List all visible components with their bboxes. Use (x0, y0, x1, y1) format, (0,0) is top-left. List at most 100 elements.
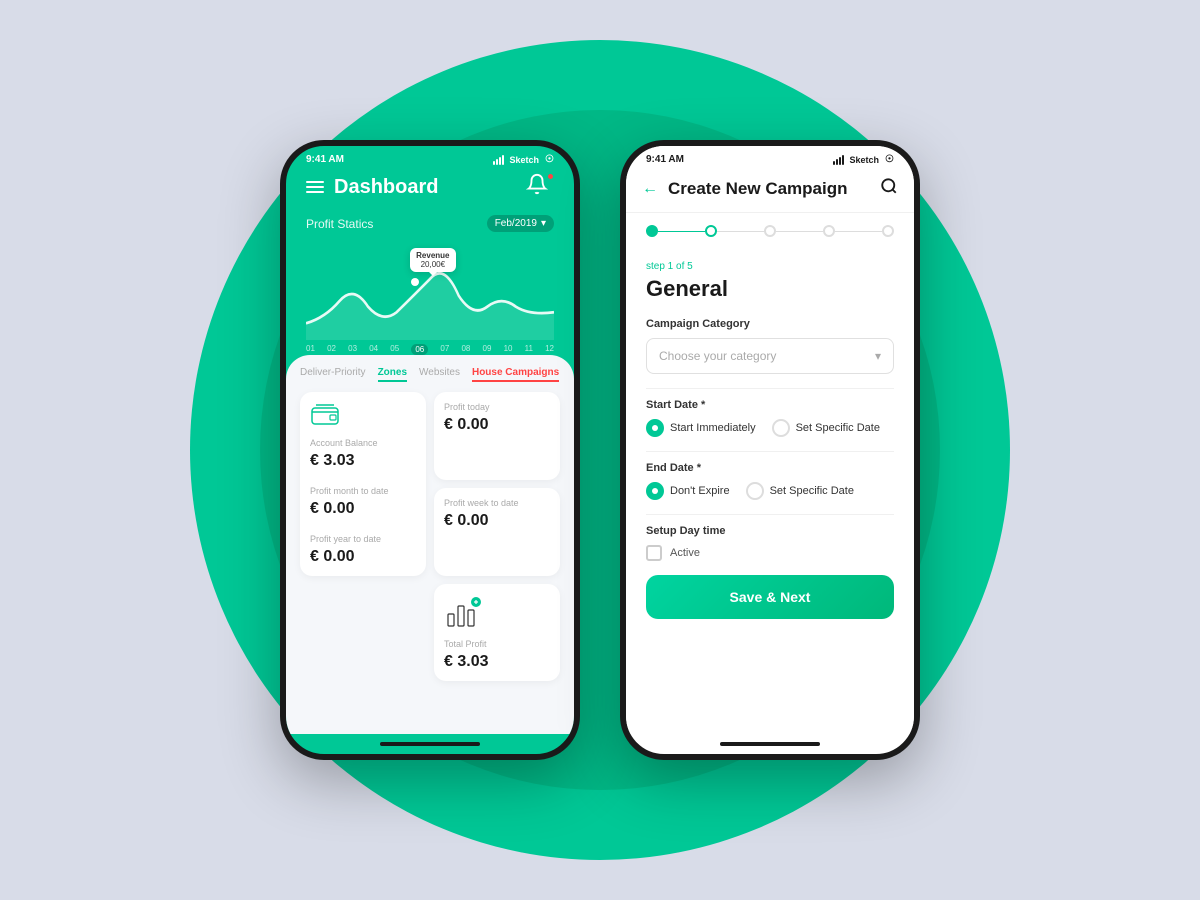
divider-2 (646, 451, 894, 452)
start-immediately-label: Start Immediately (670, 422, 756, 434)
chart-section: Profit Statics Feb/2019 ▾ Revenue 20,00€ (286, 215, 574, 355)
end-date-label: End Date * (646, 462, 894, 474)
stat-card-profit-today: Profit today € 0.00 (434, 392, 560, 480)
tab-zones[interactable]: Zones (378, 367, 407, 382)
phone-dashboard: 9:41 AM Sketch ☉ Dashboard (280, 140, 580, 760)
dashboard-header: Dashboard (286, 169, 574, 215)
chart-tooltip: Revenue 20,00€ (410, 248, 455, 272)
profit-year-value: € 0.00 (310, 548, 416, 566)
carrier-label-2: Sketch (850, 155, 880, 165)
chart-area: Revenue 20,00€ (306, 240, 554, 340)
back-button[interactable]: ← (642, 180, 658, 198)
header-left: Dashboard (306, 176, 438, 199)
status-icons: Sketch ☉ (493, 154, 554, 165)
form-content: step 1 of 5 General Campaign Category Ch… (626, 245, 914, 734)
set-specific-date-end-radio[interactable] (746, 482, 764, 500)
dont-expire-option[interactable]: Don't Expire (646, 482, 730, 500)
total-profit-value: € 3.03 (444, 653, 550, 671)
time-label: 9:41 AM (306, 154, 344, 165)
profit-year-label: Profit year to date (310, 534, 416, 544)
tab-house-campaigns[interactable]: House Campaigns (472, 367, 559, 382)
search-button[interactable] (880, 177, 898, 200)
stat-card-profit-week: Profit week to date € 0.00 (434, 488, 560, 576)
setup-day-time-label: Setup Day time (646, 525, 894, 537)
step-1-dot (646, 225, 658, 237)
active-checkbox[interactable] (646, 545, 662, 561)
campaign-header-title: Create New Campaign (668, 179, 848, 199)
step-line-2 (717, 231, 764, 232)
stat-card-total-profit: Total Profit € 3.03 (434, 584, 560, 681)
campaign-header: ← Create New Campaign (626, 169, 914, 213)
set-specific-date-end-option[interactable]: Set Specific Date (746, 482, 854, 500)
status-bar-campaign: 9:41 AM Sketch ☉ (626, 146, 914, 169)
step-3-dot (764, 225, 776, 237)
campaign-category-label: Campaign Category (646, 318, 894, 330)
date-filter-badge[interactable]: Feb/2019 ▾ (487, 215, 554, 232)
tab-deliver-priority[interactable]: Deliver-Priority (300, 367, 366, 382)
step-5-dot (882, 225, 894, 237)
steps-line (646, 225, 894, 237)
tabs: Deliver-Priority Zones Websites House Ca… (300, 367, 560, 382)
dont-expire-radio[interactable] (646, 482, 664, 500)
wifi-icon: ☉ (545, 154, 554, 165)
time-label-2: 9:41 AM (646, 154, 684, 165)
tab-websites[interactable]: Websites (419, 367, 460, 382)
hamburger-icon[interactable] (306, 181, 324, 193)
dashboard-title: Dashboard (334, 176, 438, 199)
campaign-header-left: ← Create New Campaign (642, 179, 848, 199)
divider-1 (646, 388, 894, 389)
wifi-icon-2: ☉ (885, 154, 894, 165)
form-section-title: General (646, 276, 894, 302)
account-balance-label: Account Balance (310, 438, 416, 448)
active-checkbox-group: Active (646, 545, 894, 561)
step-line-1 (658, 231, 705, 232)
signal-icon-2 (833, 155, 844, 165)
profit-week-label: Profit week to date (444, 498, 550, 508)
profit-today-label: Profit today (444, 402, 550, 412)
profit-month-label: Profit month to date (310, 486, 416, 496)
status-bar-dashboard: 9:41 AM Sketch ☉ (286, 146, 574, 169)
chevron-down-icon: ▾ (541, 218, 546, 229)
set-specific-date-start-radio[interactable] (772, 419, 790, 437)
chart-active-dot (411, 278, 419, 286)
category-select[interactable]: Choose your category ▾ (646, 338, 894, 374)
home-indicator (380, 742, 480, 746)
profit-month-value: € 0.00 (310, 500, 416, 518)
wallet-icon (310, 402, 416, 432)
phones-container: 9:41 AM Sketch ☉ Dashboard (280, 140, 920, 760)
bell-icon[interactable] (526, 173, 554, 201)
dont-expire-label: Don't Expire (670, 485, 730, 497)
set-specific-date-start-label: Set Specific Date (796, 422, 880, 434)
progress-steps (626, 213, 914, 245)
step-line-4 (835, 231, 882, 232)
divider-3 (646, 514, 894, 515)
profit-week-value: € 0.00 (444, 512, 550, 530)
cards-area: Deliver-Priority Zones Websites House Ca… (286, 355, 574, 734)
signal-icon (493, 155, 504, 165)
profit-today-value: € 0.00 (444, 416, 550, 434)
start-immediately-option[interactable]: Start Immediately (646, 419, 756, 437)
chevron-down-icon-2: ▾ (875, 349, 881, 363)
bar-chart-icon (444, 621, 484, 638)
start-immediately-radio[interactable] (646, 419, 664, 437)
category-placeholder: Choose your category (659, 349, 776, 363)
notification-dot (547, 173, 554, 180)
chart-title: Profit Statics (306, 217, 373, 231)
step-2-dot (705, 225, 717, 237)
phone-campaign: 9:41 AM Sketch ☉ ← Create New Campaign (620, 140, 920, 760)
end-date-radio-group: Don't Expire Set Specific Date (646, 482, 894, 500)
home-indicator-2 (720, 742, 820, 746)
step-4-dot (823, 225, 835, 237)
active-checkbox-label: Active (670, 547, 700, 559)
step-line-3 (776, 231, 823, 232)
save-next-button[interactable]: Save & Next (646, 575, 894, 619)
set-specific-date-start-option[interactable]: Set Specific Date (772, 419, 880, 437)
start-date-label: Start Date * (646, 399, 894, 411)
step-label: step 1 of 5 (646, 261, 894, 272)
carrier-label: Sketch (510, 155, 540, 165)
stat-card-account-balance: Account Balance € 3.03 Profit month to d… (300, 392, 426, 576)
set-specific-date-end-label: Set Specific Date (770, 485, 854, 497)
start-date-radio-group: Start Immediately Set Specific Date (646, 419, 894, 437)
status-icons-2: Sketch ☉ (833, 154, 894, 165)
account-balance-value: € 3.03 (310, 452, 416, 470)
